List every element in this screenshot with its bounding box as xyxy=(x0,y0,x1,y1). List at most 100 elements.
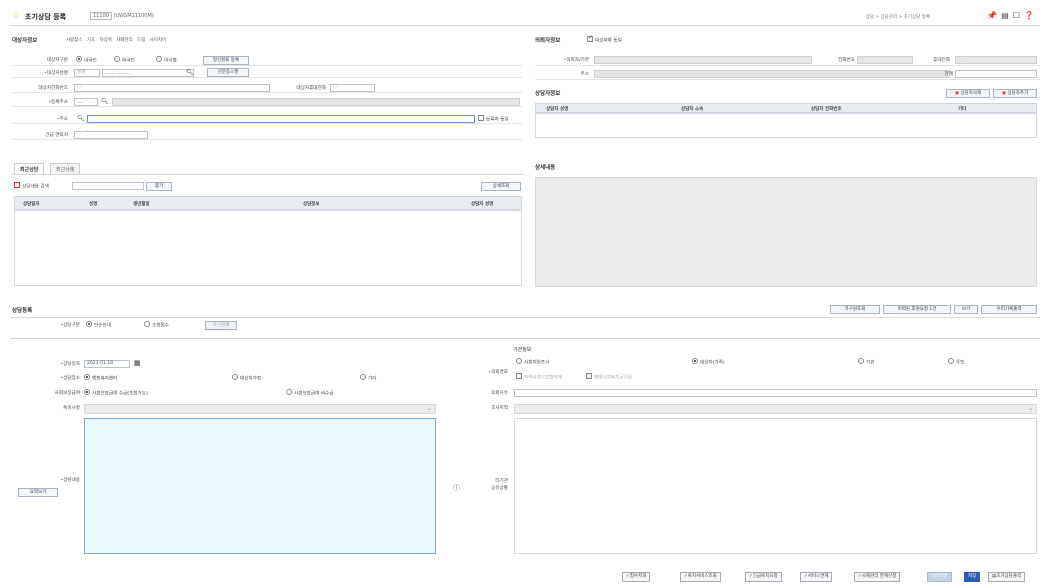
divider xyxy=(12,174,524,175)
print-icon[interactable]: ▤ xyxy=(1001,11,1013,20)
radio-place-other[interactable]: 기타 xyxy=(360,374,376,382)
col-header: 상담자 소속 xyxy=(681,107,704,112)
history-search-input[interactable] xyxy=(72,182,144,190)
view-button[interactable]: 보기 xyxy=(954,305,978,314)
consult-reg-title: 상담등록 xyxy=(12,308,33,314)
screen-code: 11100 (UWSM11100M) xyxy=(90,12,154,20)
search-icon[interactable]: 🔍︎ xyxy=(101,98,109,105)
reason-input[interactable] xyxy=(514,389,1037,397)
bottom-button-1[interactable]: ✓험수저희 xyxy=(622,572,651,582)
radio-route-survey[interactable]: 사회지원조사 xyxy=(516,358,549,366)
requester-label: 의뢰자/기관 xyxy=(566,58,589,63)
target-links[interactable]: 사람찾스 기초 차상위 사례관리 드림 사이지어 xyxy=(66,37,166,43)
family-lookup-button[interactable]: 가구원조회 xyxy=(830,305,880,314)
col-header: 상담정보 xyxy=(303,202,320,207)
radio-place-center[interactable]: 행정복지센터 xyxy=(84,374,117,382)
content-label: 상담내용 xyxy=(63,478,80,483)
history-grid-body[interactable] xyxy=(14,210,522,286)
requester-section-title: 의뢰자정보 xyxy=(535,38,561,44)
link-item[interactable]: 드림 xyxy=(137,38,145,43)
radio-unidentified[interactable]: 미식별 xyxy=(156,56,177,64)
toolbar-icons[interactable]: 📌▤☐❓ xyxy=(987,11,1038,20)
chk-honorary[interactable]: 명예사회복지공무원 xyxy=(586,373,632,381)
family-tax-button[interactable]: 가구원세 xyxy=(205,321,237,330)
welfare-service-button[interactable]: ✓복지서비스조회 xyxy=(680,572,721,582)
reg-addr-label: 등록주소 xyxy=(51,100,68,105)
case-link-button[interactable]: ✓사례관리 연계신청 xyxy=(854,572,901,582)
pin-icon[interactable]: 📌 xyxy=(987,11,1001,20)
radio-route-family[interactable]: 대상자(가족) xyxy=(692,358,725,366)
radio-place-home[interactable]: 대상자가정 xyxy=(232,374,261,382)
col-header: 상담일자 xyxy=(23,202,40,207)
radio-route-resident[interactable]: 주민 xyxy=(948,358,964,366)
search-icon[interactable]: 🔍︎ xyxy=(186,69,194,76)
id-number-input[interactable]: _____-______ xyxy=(102,69,194,77)
chk-community[interactable]: 지역사회보장협의체 xyxy=(516,373,562,381)
req-addr-input xyxy=(594,70,950,78)
emergency-request-button[interactable]: ✓긴급복지요청 xyxy=(745,572,782,582)
counselor-delete-button[interactable]: ▣ 상담자삭제 xyxy=(946,89,990,98)
breadcrumb: 상담 > 상담관리 > 초기상담 등록 xyxy=(865,15,930,20)
chevron-down-icon: ⌄ xyxy=(426,405,432,412)
info-icon: ⓘ xyxy=(453,484,460,492)
summary-view-button[interactable]: 요약보기 xyxy=(18,488,58,497)
consult-type-label: 상담구분 xyxy=(63,323,80,328)
link-item[interactable]: 차상위 xyxy=(99,38,111,43)
service-link-button[interactable]: ✓서비스연계 xyxy=(800,572,833,582)
same-as-target-checkbox[interactable]: 대상자와 동일 xyxy=(587,34,622,44)
addr-input[interactable] xyxy=(87,115,475,123)
history-search-checkbox[interactable]: 상담내용 검색 xyxy=(14,182,49,190)
relation-input[interactable] xyxy=(955,70,1037,78)
radio-simple-guide[interactable]: 단순안내 xyxy=(86,321,111,329)
id-scan-button[interactable]: 신분증스캔 xyxy=(207,68,249,77)
special-label: 특이사항 xyxy=(63,406,80,411)
calendar-icon[interactable]: ▦ xyxy=(134,359,141,367)
reason-label: 의뢰사유 xyxy=(491,391,508,396)
divider xyxy=(10,317,1040,318)
same-as-reg-checkbox[interactable]: 등록과 동일 xyxy=(478,115,509,123)
zip-input[interactable]: ___ xyxy=(74,98,98,106)
req-mobile-input: - - xyxy=(955,56,1037,64)
counselor-grid-body[interactable] xyxy=(535,113,1037,138)
radio-invite[interactable]: 초청접수 xyxy=(144,321,169,329)
mobile-input[interactable]: - - xyxy=(330,84,375,92)
type-label: 대상자구분 xyxy=(46,58,68,63)
phone-input[interactable]: - - xyxy=(74,84,270,92)
emergency-input[interactable]: - - xyxy=(74,131,148,139)
relation-label: 관계 xyxy=(944,72,953,77)
radio-benefit-yes[interactable]: 사회보장급여 수급(조회가능) xyxy=(84,389,148,397)
mobile-label: 대상자휴대전화 xyxy=(296,86,326,91)
requester-input xyxy=(594,56,812,64)
other-org-textarea[interactable] xyxy=(514,418,1037,554)
detail-view-button[interactable]: 상세조회 xyxy=(481,182,521,191)
temp-save-button[interactable]: 미리저장 xyxy=(927,572,952,582)
org-section-title: 기관정보 xyxy=(513,347,532,353)
help-icon[interactable]: ❓ xyxy=(1024,11,1038,20)
radio-foreigner[interactable]: 외국인 xyxy=(114,56,135,64)
radio-benefit-no[interactable]: 사회보장급여 비수급 xyxy=(286,389,334,397)
link-item[interactable]: 사람찾스 xyxy=(66,38,83,43)
col-header: 생년월일 xyxy=(133,202,150,207)
name-input[interactable]: 성명 xyxy=(74,69,100,77)
save-button[interactable]: 저장 xyxy=(964,572,981,582)
print-consult-button[interactable]: ▤초기상담출력 xyxy=(988,572,1026,582)
register-button[interactable]: 정신원표 등록 xyxy=(203,56,249,65)
counselor-add-button[interactable]: ▣ 상담자추가 xyxy=(993,89,1037,98)
search-icon[interactable]: 🔍︎ xyxy=(77,115,85,122)
date-input[interactable]: 2023-01-18 xyxy=(84,360,130,368)
star-icon[interactable]: ☆ xyxy=(12,11,20,21)
req-phone-label: 전화번호 xyxy=(838,58,855,63)
link-item[interactable]: 기초 xyxy=(87,38,95,43)
investigator-label: 조사지역 xyxy=(491,406,508,411)
window-icon[interactable]: ☐ xyxy=(1013,11,1024,20)
link-item[interactable]: 사이지어 xyxy=(150,38,167,43)
record-print-button[interactable]: 우리기록출력 xyxy=(981,305,1037,314)
support-request-button[interactable]: 이력된 후원요청 1건 xyxy=(883,305,951,314)
investigator-select[interactable]: ⌄ xyxy=(514,404,1037,414)
content-textarea[interactable] xyxy=(84,418,436,554)
history-search-button[interactable]: 찾기 xyxy=(146,182,172,191)
link-item[interactable]: 사례관리 xyxy=(116,38,133,43)
radio-route-org[interactable]: 기관 xyxy=(858,358,874,366)
radio-korean[interactable]: 내국인 xyxy=(76,56,97,64)
special-select[interactable]: ⌄ xyxy=(84,404,436,414)
